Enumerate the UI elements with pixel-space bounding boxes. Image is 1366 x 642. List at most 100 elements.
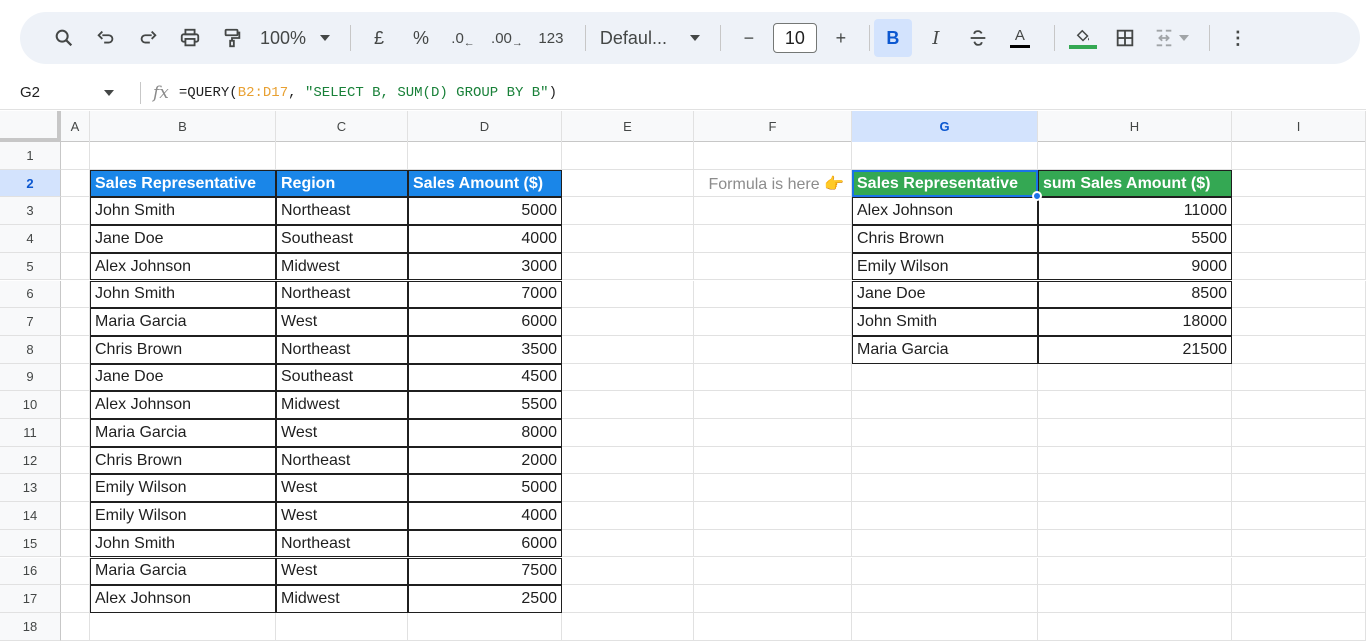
zoom-select[interactable]: 100%: [256, 20, 334, 56]
result-table-cell[interactable]: 5500: [1038, 225, 1232, 253]
grid-cell[interactable]: [694, 142, 852, 170]
grid-cell[interactable]: [61, 169, 90, 198]
format-currency-button[interactable]: £: [361, 20, 397, 56]
source-table-cell[interactable]: 2500: [408, 585, 562, 613]
grid-cell[interactable]: [694, 502, 852, 530]
strikethrough-button[interactable]: [960, 20, 996, 56]
grid-cell[interactable]: [1038, 446, 1232, 475]
grid-cell[interactable]: [852, 502, 1038, 530]
source-table-cell[interactable]: Southeast: [276, 225, 408, 253]
grid-cell[interactable]: [61, 252, 90, 281]
column-header-g[interactable]: G: [852, 111, 1038, 142]
column-header-b[interactable]: B: [90, 111, 276, 142]
grid-cell[interactable]: [1232, 225, 1366, 253]
row-header-10[interactable]: 10: [0, 391, 61, 419]
grid-cell[interactable]: [1232, 529, 1366, 558]
grid-cell[interactable]: [562, 557, 694, 586]
grid-cell[interactable]: [61, 529, 90, 558]
more-options-button[interactable]: ⋮: [1220, 20, 1256, 56]
grid-cell[interactable]: [90, 142, 276, 170]
grid-cell[interactable]: [562, 363, 694, 392]
source-header-cell[interactable]: Region: [276, 169, 408, 198]
column-header-d[interactable]: D: [408, 111, 562, 142]
grid-cell[interactable]: [61, 474, 90, 503]
grid-cell[interactable]: [562, 585, 694, 613]
source-table-cell[interactable]: 4000: [408, 502, 562, 530]
grid-cell[interactable]: [61, 557, 90, 586]
grid-cell[interactable]: [562, 335, 694, 364]
column-header-e[interactable]: E: [562, 111, 694, 142]
grid-cell[interactable]: [562, 419, 694, 447]
row-header-17[interactable]: 17: [0, 585, 61, 613]
result-table-cell[interactable]: Emily Wilson: [852, 252, 1038, 281]
source-table-cell[interactable]: 8000: [408, 419, 562, 447]
grid-cell[interactable]: [562, 474, 694, 503]
source-table-cell[interactable]: West: [276, 502, 408, 530]
bold-button[interactable]: B: [873, 19, 912, 57]
row-header-2[interactable]: 2: [0, 169, 61, 198]
grid-cell[interactable]: [694, 363, 852, 392]
source-table-cell[interactable]: 7000: [408, 280, 562, 309]
source-table-cell[interactable]: Chris Brown: [90, 335, 276, 364]
grid-cell[interactable]: [694, 391, 852, 419]
grid-cell[interactable]: [852, 391, 1038, 419]
grid-cell[interactable]: [852, 363, 1038, 392]
grid-cell[interactable]: [562, 612, 694, 641]
grid-cell[interactable]: [694, 529, 852, 558]
grid-cell[interactable]: [562, 280, 694, 309]
grid-cell[interactable]: [1232, 502, 1366, 530]
grid-cell[interactable]: [694, 225, 852, 253]
source-table-cell[interactable]: 4500: [408, 363, 562, 392]
grid-cell[interactable]: [694, 308, 852, 336]
grid-cell[interactable]: [694, 419, 852, 447]
source-table-cell[interactable]: Jane Doe: [90, 363, 276, 392]
grid-cell[interactable]: [562, 446, 694, 475]
increase-decimal-button[interactable]: .00 →: [487, 20, 527, 56]
grid-cell[interactable]: [1038, 585, 1232, 613]
font-size-input[interactable]: 10: [772, 23, 817, 53]
result-header-cell[interactable]: sum Sales Amount ($): [1038, 169, 1232, 198]
result-table-cell[interactable]: 9000: [1038, 252, 1232, 281]
source-table-cell[interactable]: Midwest: [276, 391, 408, 419]
grid-cell[interactable]: [694, 474, 852, 503]
print-button[interactable]: [172, 20, 208, 56]
grid-cell[interactable]: [694, 557, 852, 586]
grid-cell[interactable]: [1232, 585, 1366, 613]
grid-cell[interactable]: [61, 612, 90, 641]
source-table-cell[interactable]: 5000: [408, 197, 562, 226]
grid-cell[interactable]: [852, 557, 1038, 586]
grid-cell[interactable]: [61, 335, 90, 364]
grid-cell[interactable]: [61, 446, 90, 475]
source-header-cell[interactable]: Sales Amount ($): [408, 169, 562, 198]
row-header-9[interactable]: 9: [0, 363, 61, 392]
row-header-15[interactable]: 15: [0, 529, 61, 558]
source-table-cell[interactable]: Maria Garcia: [90, 557, 276, 586]
grid-cell[interactable]: [61, 142, 90, 170]
row-header-18[interactable]: 18: [0, 612, 61, 641]
grid-cell[interactable]: [852, 446, 1038, 475]
borders-button[interactable]: [1107, 20, 1143, 56]
result-header-cell[interactable]: Sales Representative: [852, 169, 1038, 198]
grid-cell[interactable]: [61, 308, 90, 336]
source-table-cell[interactable]: 6000: [408, 529, 562, 558]
source-table-cell[interactable]: Midwest: [276, 252, 408, 281]
grid-cell[interactable]: [1038, 557, 1232, 586]
grid-cell[interactable]: [61, 419, 90, 447]
grid-cell[interactable]: [852, 419, 1038, 447]
source-table-cell[interactable]: 2000: [408, 446, 562, 475]
grid-cell[interactable]: [61, 197, 90, 226]
grid-cell[interactable]: [61, 391, 90, 419]
merge-cells-button[interactable]: [1149, 20, 1193, 56]
source-table-cell[interactable]: 3500: [408, 335, 562, 364]
grid-cell[interactable]: [1232, 363, 1366, 392]
column-header-c[interactable]: C: [276, 111, 408, 142]
grid-cell[interactable]: [694, 335, 852, 364]
grid-cell[interactable]: [1038, 363, 1232, 392]
grid-cell[interactable]: [562, 252, 694, 281]
grid-cell[interactable]: [852, 529, 1038, 558]
grid-cell[interactable]: [61, 225, 90, 253]
grid-cell[interactable]: [61, 585, 90, 613]
search-menus-button[interactable]: [46, 20, 82, 56]
italic-button[interactable]: I: [918, 20, 954, 56]
source-table-cell[interactable]: Alex Johnson: [90, 391, 276, 419]
